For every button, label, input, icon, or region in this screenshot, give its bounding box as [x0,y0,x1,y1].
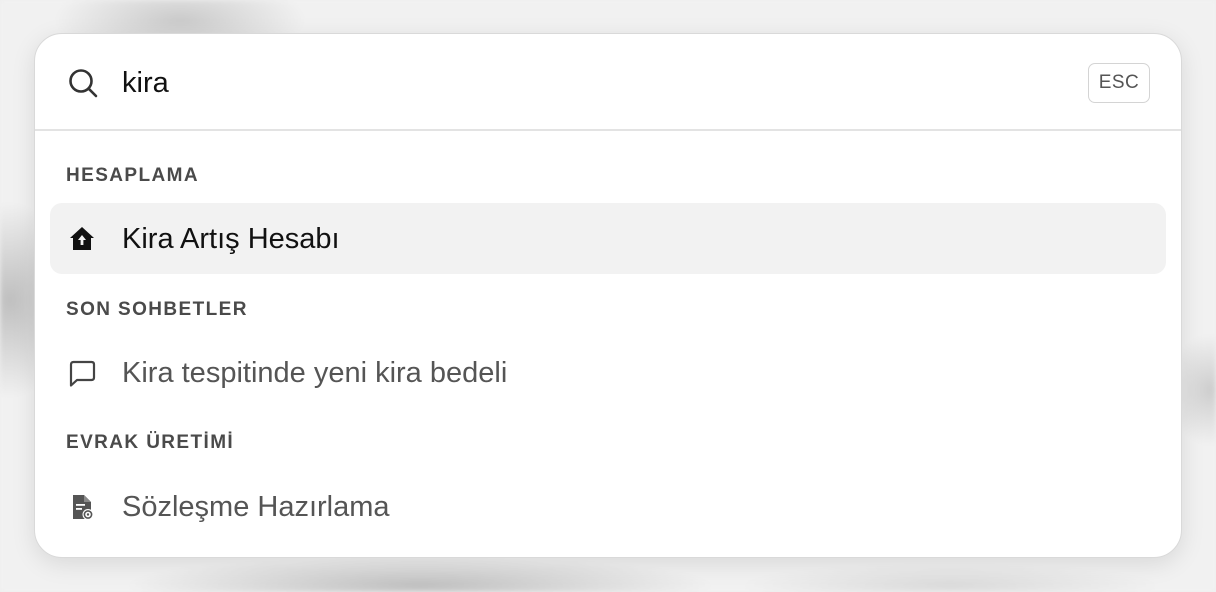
esc-button[interactable]: ESC [1088,63,1150,103]
chat-bubble-icon [69,360,96,387]
command-palette: ESC HESAPLAMA Kira Artış Hesabı SON SOHB… [34,33,1182,558]
section-title-hesaplama: HESAPLAMA [66,165,199,186]
result-item-label: Sözleşme Hazırlama [122,491,390,523]
section-title-son-sohbetler: SON SOHBETLER [66,299,248,320]
result-item-kira-tespitinde[interactable]: Kira tespitinde yeni kira bedeli [50,337,1166,408]
search-input[interactable] [122,62,1022,104]
search-bar: ESC [35,34,1181,131]
result-item-kira-artis-hesabi[interactable]: Kira Artış Hesabı [50,203,1166,274]
result-item-label: Kira Artış Hesabı [122,223,340,255]
search-icon [69,69,98,98]
document-settings-icon [73,495,94,520]
section-title-evrak-uretimi: EVRAK ÜRETİMİ [66,432,235,453]
result-item-sozlesme-hazirlama[interactable]: Sözleşme Hazırlama [50,471,1166,542]
result-item-label: Kira tespitinde yeni kira bedeli [122,357,508,389]
home-icon [70,227,94,250]
